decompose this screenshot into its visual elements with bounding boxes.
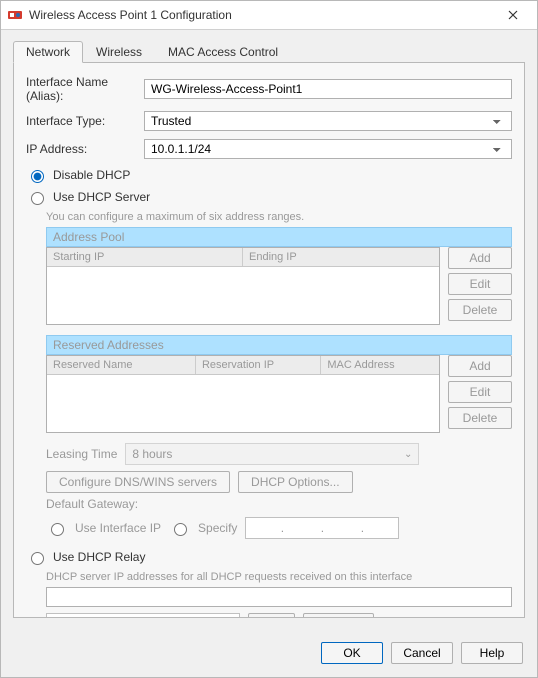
window-title: Wireless Access Point 1 Configuration (29, 8, 495, 22)
dhcp-options-button[interactable]: DHCP Options... (238, 471, 352, 493)
dialog-window: Wireless Access Point 1 Configuration Ne… (0, 0, 538, 678)
gateway-specify-label[interactable]: Specify (198, 521, 237, 535)
reserved-addresses-body (47, 375, 439, 432)
col-reserved-name: Reserved Name (47, 356, 196, 374)
address-pool-body (47, 267, 439, 324)
interface-name-label: Interface Name (Alias): (26, 75, 144, 103)
col-starting-ip: Starting IP (47, 248, 243, 266)
interface-name-input[interactable] (144, 79, 512, 99)
use-dhcp-relay-radio[interactable] (31, 552, 44, 565)
pool-edit-button[interactable]: Edit (448, 273, 512, 295)
relay-hint: DHCP server IP addresses for all DHCP re… (46, 571, 512, 583)
gateway-use-interface-radio[interactable] (51, 523, 64, 536)
leasing-time-select[interactable]: 8 hours ⌄ (125, 443, 419, 465)
ip-address-label: IP Address: (26, 142, 144, 156)
help-button[interactable]: Help (461, 642, 523, 664)
reserved-addresses-table[interactable]: Reserved Name Reservation IP MAC Address (46, 355, 440, 433)
gateway-ip-input[interactable]: . . . (245, 517, 399, 539)
configure-dns-wins-button[interactable]: Configure DNS/WINS servers (46, 471, 230, 493)
default-gateway-label: Default Gateway: (46, 497, 512, 511)
leasing-time-value: 8 hours (132, 447, 172, 461)
tab-page-network: Interface Name (Alias): Interface Type: … (13, 63, 525, 618)
max-ranges-hint: You can configure a maximum of six addre… (46, 211, 512, 223)
tab-wireless[interactable]: Wireless (83, 41, 155, 63)
reserved-addresses-header: Reserved Addresses (46, 335, 512, 355)
use-dhcp-server-label[interactable]: Use DHCP Server (53, 190, 150, 204)
tab-strip: Network Wireless MAC Access Control (13, 40, 525, 63)
interface-type-select[interactable]: Trusted (144, 111, 512, 131)
address-pool-header: Address Pool (46, 227, 512, 247)
relay-remove-button[interactable]: Remove (303, 613, 374, 618)
disable-dhcp-radio[interactable] (31, 170, 44, 183)
relay-add-button[interactable]: Add (248, 613, 295, 618)
app-icon (7, 7, 23, 23)
use-dhcp-server-radio[interactable] (31, 192, 44, 205)
disable-dhcp-label[interactable]: Disable DHCP (53, 168, 130, 182)
interface-type-label: Interface Type: (26, 114, 144, 128)
leasing-time-label: Leasing Time (46, 447, 117, 461)
ip-address-select[interactable]: 10.0.1.1/24 (144, 139, 512, 159)
col-ending-ip: Ending IP (243, 248, 439, 266)
gateway-specify-radio[interactable] (174, 523, 187, 536)
dhcp-relay-section: DHCP server IP addresses for all DHCP re… (46, 571, 512, 618)
footer: OK Cancel Help (1, 631, 537, 677)
title-bar: Wireless Access Point 1 Configuration (1, 1, 537, 30)
reserved-delete-button[interactable]: Delete (448, 407, 512, 429)
col-mac-address: MAC Address (321, 356, 439, 374)
close-button[interactable] (495, 4, 531, 26)
close-icon (508, 10, 518, 20)
ok-button[interactable]: OK (321, 642, 383, 664)
col-reservation-ip: Reservation IP (196, 356, 321, 374)
pool-add-button[interactable]: Add (448, 247, 512, 269)
use-dhcp-relay-label[interactable]: Use DHCP Relay (53, 550, 145, 564)
address-pool-table[interactable]: Starting IP Ending IP (46, 247, 440, 325)
reserved-edit-button[interactable]: Edit (448, 381, 512, 403)
content-area: Network Wireless MAC Access Control Inte… (1, 30, 537, 631)
chevron-down-icon: ⌄ (404, 449, 412, 460)
relay-servers-list[interactable] (46, 587, 512, 607)
dhcp-server-section: You can configure a maximum of six addre… (46, 211, 512, 539)
tab-network[interactable]: Network (13, 41, 83, 63)
gateway-use-interface-label[interactable]: Use Interface IP (75, 521, 161, 535)
cancel-button[interactable]: Cancel (391, 642, 453, 664)
relay-ip-input[interactable]: . . . (46, 613, 240, 618)
reserved-add-button[interactable]: Add (448, 355, 512, 377)
pool-delete-button[interactable]: Delete (448, 299, 512, 321)
tab-mac-access-control[interactable]: MAC Access Control (155, 41, 291, 63)
